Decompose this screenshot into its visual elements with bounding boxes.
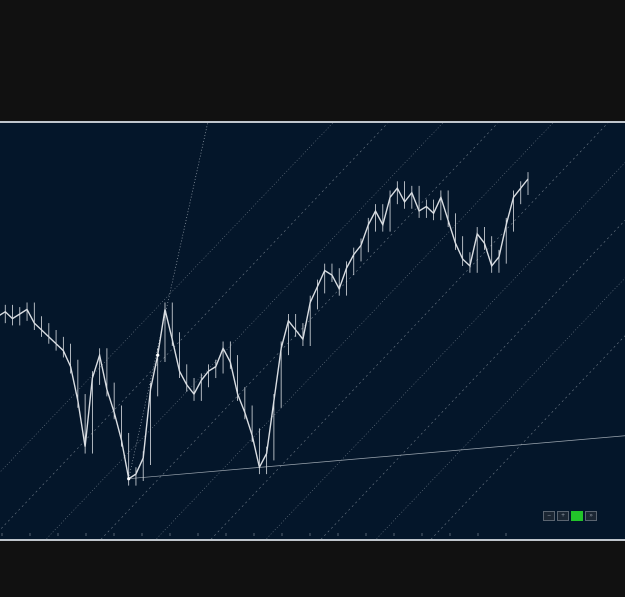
- price-line: [0, 178, 529, 480]
- fan-line-3: [100, 123, 499, 539]
- zoom-in-button[interactable]: +: [557, 511, 569, 521]
- fan-line-5: [210, 123, 609, 539]
- fan-line-4: [155, 123, 554, 539]
- fan-line-9: [430, 335, 625, 539]
- zoom-out-button[interactable]: −: [543, 511, 555, 521]
- chart-mode-button[interactable]: [571, 511, 583, 521]
- chart-window[interactable]: − + »: [0, 121, 625, 541]
- pivot-low-marker: [127, 477, 131, 481]
- fan-line-7: [320, 219, 625, 539]
- arrow-icon: »: [589, 512, 593, 519]
- fan-line-0: [0, 123, 334, 473]
- fan-line-steep: [128, 123, 209, 479]
- fan-line-8: [375, 277, 625, 539]
- price-chart[interactable]: [0, 123, 625, 539]
- scroll-end-button[interactable]: »: [585, 511, 597, 521]
- fan-line-6: [265, 162, 625, 539]
- chart-nav-buttons: − + »: [543, 511, 597, 521]
- minus-icon: −: [547, 512, 551, 519]
- fan-line-2: [45, 123, 444, 539]
- pivot-high-marker: [156, 353, 160, 357]
- fan-baseline: [128, 435, 625, 480]
- plus-icon: +: [561, 512, 565, 519]
- fan-line-1: [0, 123, 389, 531]
